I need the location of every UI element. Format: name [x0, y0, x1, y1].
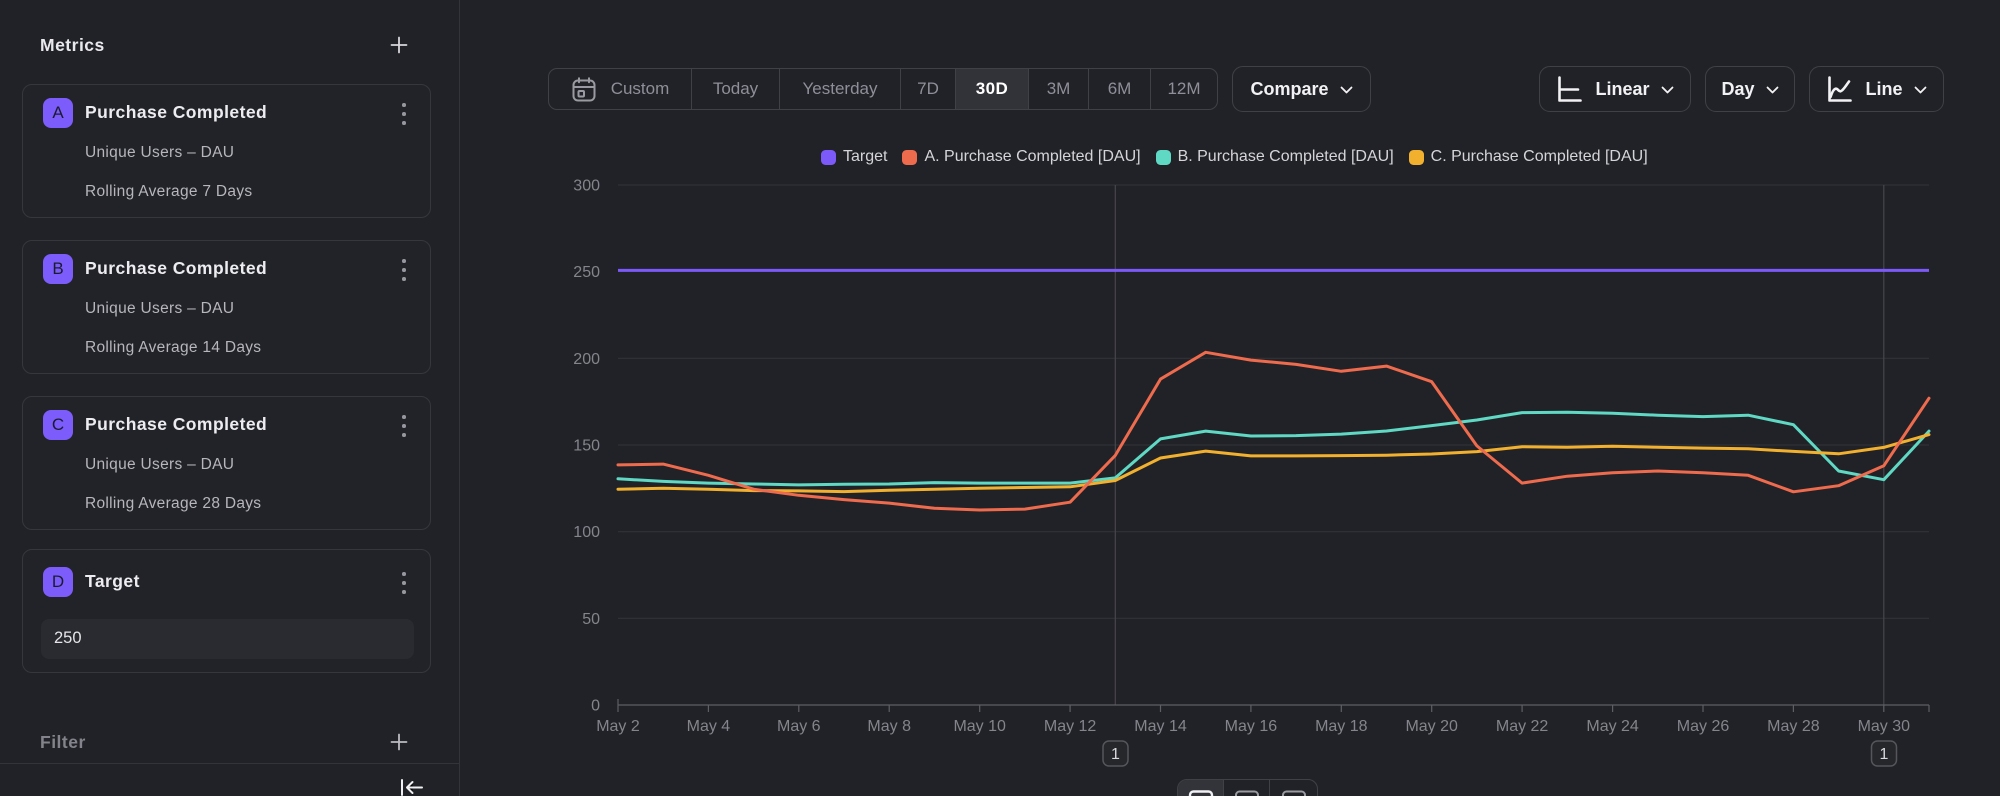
svg-text:May 4: May 4 [687, 718, 731, 735]
svg-text:May 24: May 24 [1586, 718, 1639, 735]
svg-text:50: 50 [582, 611, 600, 628]
svg-text:150: 150 [573, 438, 600, 455]
svg-text:200: 200 [573, 351, 600, 368]
svg-text:May 16: May 16 [1225, 718, 1278, 735]
svg-text:May 28: May 28 [1767, 718, 1820, 735]
svg-text:May 20: May 20 [1405, 718, 1458, 735]
svg-text:May 12: May 12 [1044, 718, 1097, 735]
svg-text:May 6: May 6 [777, 718, 821, 735]
svg-text:1: 1 [1111, 746, 1120, 763]
svg-text:1: 1 [1880, 746, 1889, 763]
svg-text:May 10: May 10 [953, 718, 1006, 735]
svg-text:250: 250 [573, 264, 600, 281]
svg-text:300: 300 [573, 178, 600, 195]
svg-text:May 26: May 26 [1677, 718, 1730, 735]
svg-text:May 14: May 14 [1134, 718, 1187, 735]
svg-text:May 2: May 2 [596, 718, 640, 735]
svg-text:May 30: May 30 [1858, 718, 1911, 735]
svg-text:100: 100 [573, 524, 600, 541]
svg-text:May 22: May 22 [1496, 718, 1549, 735]
svg-text:May 8: May 8 [867, 718, 911, 735]
svg-text:May 18: May 18 [1315, 718, 1368, 735]
svg-text:0: 0 [591, 698, 600, 715]
